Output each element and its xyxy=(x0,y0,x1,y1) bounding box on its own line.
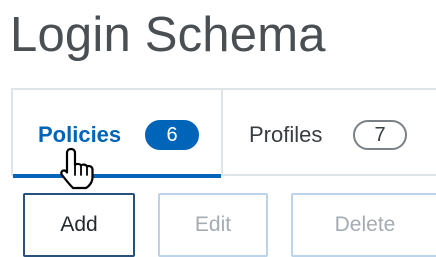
policies-count-badge: 6 xyxy=(145,120,199,150)
profiles-count-badge: 7 xyxy=(353,120,407,150)
page-title: Login Schema xyxy=(10,8,326,62)
tab-policies[interactable]: Policies 6 xyxy=(11,90,223,178)
active-tab-indicator xyxy=(13,174,221,178)
tab-policies-label: Policies xyxy=(38,122,122,147)
tab-profiles[interactable]: Profiles 7 xyxy=(223,90,436,176)
hand-pointer-icon xyxy=(60,147,94,190)
add-button[interactable]: Add xyxy=(23,193,135,257)
delete-button[interactable]: Delete xyxy=(291,193,436,257)
edit-button[interactable]: Edit xyxy=(158,193,268,257)
tab-profiles-label: Profiles xyxy=(249,122,323,147)
